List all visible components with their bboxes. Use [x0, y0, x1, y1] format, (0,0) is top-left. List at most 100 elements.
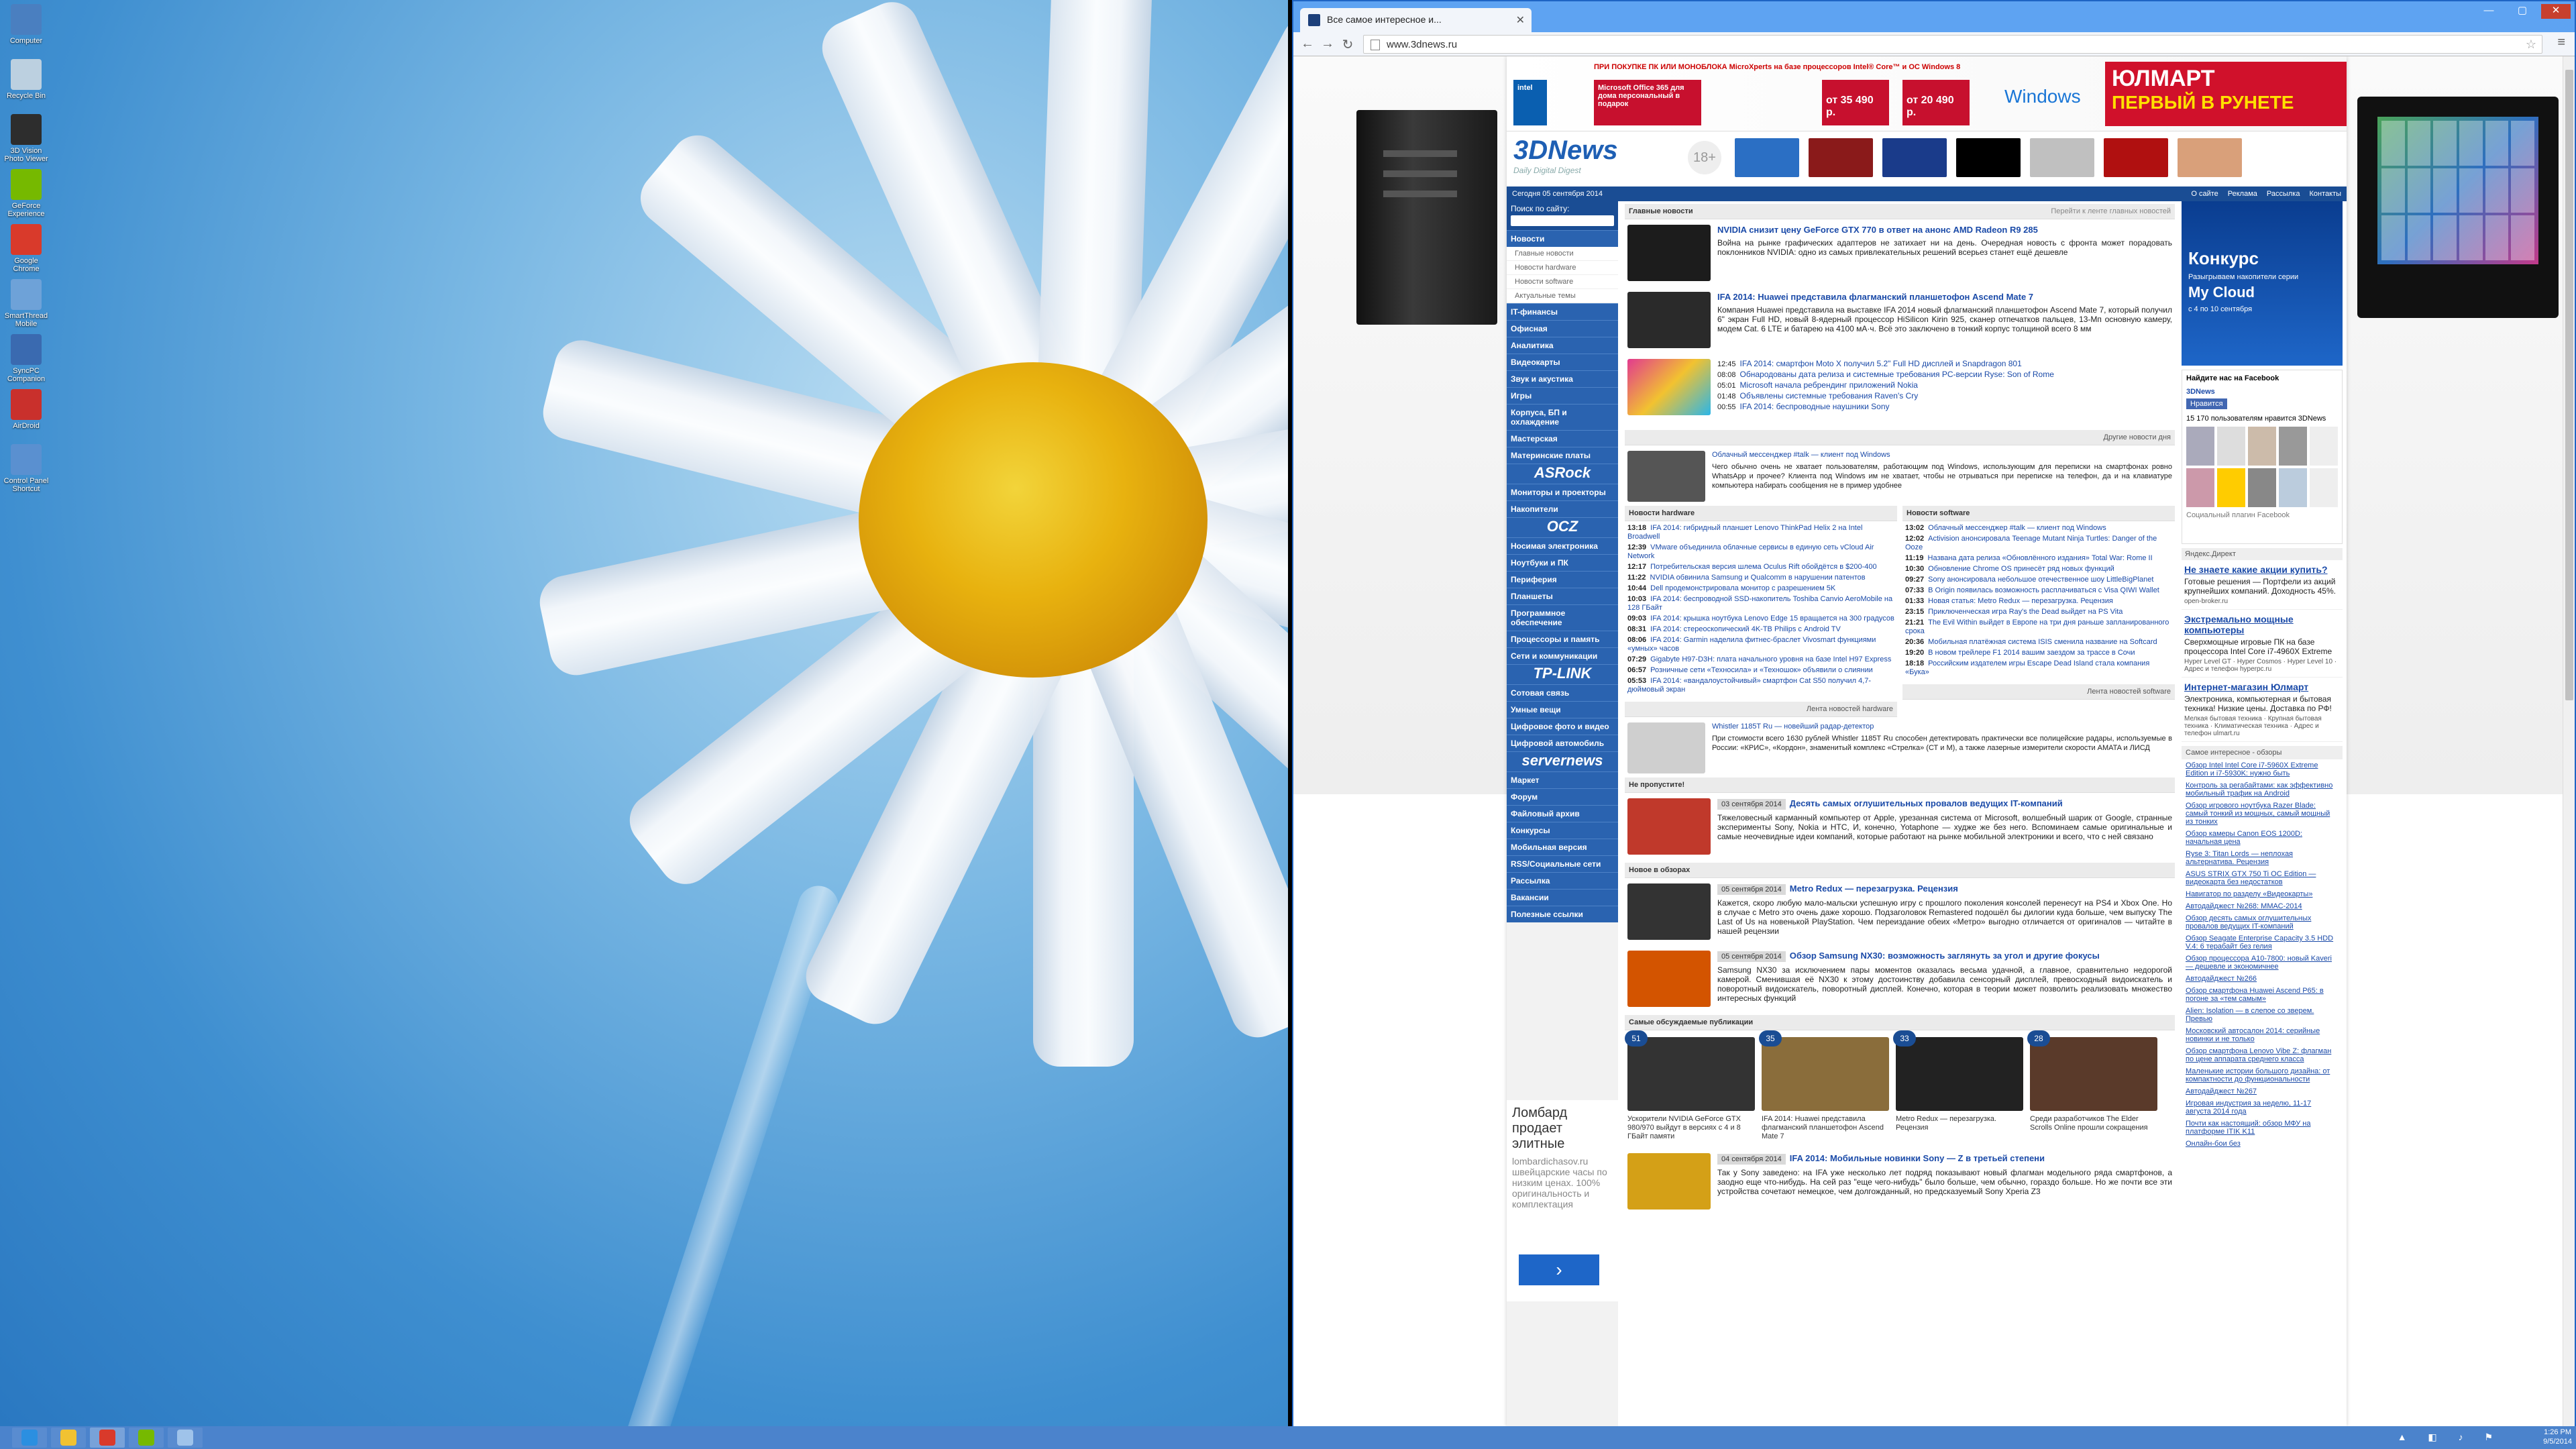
- ad-title[interactable]: Интернет-магазин Юлмарт: [2184, 682, 2340, 692]
- ad-links[interactable]: open-broker.ru: [2184, 598, 2340, 605]
- left-menu-item[interactable]: RSS/Социальные сети: [1507, 855, 1618, 872]
- desktop-shortcut[interactable]: GeForce Experience: [3, 169, 50, 218]
- news-text[interactable]: IFA 2014: гибридный планшет Lenovo Think…: [1627, 524, 1862, 541]
- left-menu-item[interactable]: Ноутбуки и ПК: [1507, 554, 1618, 571]
- desktop-shortcut[interactable]: SmartThread Mobile: [3, 279, 50, 328]
- quick-news-text[interactable]: IFA 2014: беспроводные наушники Sony: [1740, 402, 1890, 411]
- nav-link-ads[interactable]: Реклама: [2228, 190, 2257, 198]
- left-menu-item[interactable]: IT-финансы: [1507, 303, 1618, 320]
- desktop-shortcut[interactable]: Google Chrome: [3, 224, 50, 273]
- taskbar-button[interactable]: [51, 1428, 86, 1448]
- nav-link-about[interactable]: О сайте: [2191, 190, 2218, 198]
- left-menu-item[interactable]: Процессоры и память: [1507, 631, 1618, 647]
- left-sponsor-banner[interactable]: OCZ: [1507, 517, 1618, 537]
- left-menu-item[interactable]: Мобильная версия: [1507, 839, 1618, 855]
- left-menu-item[interactable]: Вакансии: [1507, 889, 1618, 906]
- address-bar[interactable]: www.3dnews.ru ☆: [1363, 35, 2542, 54]
- left-menu-item[interactable]: Звук и акустика: [1507, 370, 1618, 387]
- tab-close-icon[interactable]: ✕: [1516, 13, 1525, 27]
- feature-title[interactable]: Metro Redux — перезагрузка. Рецензия: [1790, 883, 1958, 894]
- left-menu-subitem[interactable]: Новости hardware: [1507, 261, 1618, 275]
- popular-link[interactable]: Обзор смартфона Lenovo Vibe Z: флагман п…: [2182, 1045, 2343, 1065]
- left-menu-item[interactable]: Цифровой автомобиль: [1507, 735, 1618, 751]
- nav-link-contacts[interactable]: Контакты: [2309, 190, 2341, 198]
- news-text[interactable]: Названа дата релиза «Обновлённого издани…: [1928, 554, 2153, 562]
- yandex-ad[interactable]: Экстремально мощные компьютеры Сверхмощны…: [2182, 610, 2343, 678]
- news-text[interactable]: IFA 2014: крышка ноутбука Lenovo Edge 15…: [1650, 614, 1894, 623]
- hw-news-item[interactable]: 09:03 IFA 2014: крышка ноутбука Lenovo Ed…: [1627, 614, 1894, 623]
- sw-news-item[interactable]: 10:30 Обновление Chrome OS принесёт ряд н…: [1905, 565, 2172, 574]
- left-menu-item[interactable]: Носимая электроника: [1507, 537, 1618, 554]
- ad-links[interactable]: Мелкая бытовая техника · Крупная бытовая…: [2184, 715, 2340, 737]
- last-article[interactable]: 04 сентября 2014 IFA 2014: Мобильные нови…: [1625, 1148, 2175, 1215]
- feature-title[interactable]: Обзор Samsung NX30: возможность заглянут…: [1790, 951, 2100, 961]
- popular-link[interactable]: Автодайджест №267: [2182, 1085, 2343, 1097]
- quick-news-item[interactable]: 05:01 Microsoft начала ребрендинг приложе…: [1717, 380, 2172, 391]
- feature-title[interactable]: Десять самых оглушительных провалов веду…: [1790, 798, 2063, 808]
- hardware-tape-link[interactable]: Лента новостей hardware: [1625, 702, 1897, 717]
- fb-page-name[interactable]: 3DNews: [2186, 388, 2338, 396]
- news-text[interactable]: IFA 2014: стереоскопический 4K-ТВ Philip…: [1650, 625, 1841, 633]
- sw-news-item[interactable]: 19:20 В новом трейлере F1 2014 вашим заез…: [1905, 649, 2172, 657]
- news-text[interactable]: Sony анонсировала небольшое отечественно…: [1928, 576, 2153, 584]
- hw-news-item[interactable]: 08:31 IFA 2014: стереоскопический 4K-ТВ P…: [1627, 625, 1894, 634]
- left-menu-item[interactable]: Сотовая связь: [1507, 684, 1618, 701]
- left-menu-item[interactable]: Офисная: [1507, 320, 1618, 337]
- forward-arrow-icon[interactable]: →: [1319, 36, 1336, 52]
- header-banner-7[interactable]: [2178, 138, 2242, 177]
- quick-news-item[interactable]: 00:55 IFA 2014: беспроводные наушники Son…: [1717, 402, 2172, 413]
- news-text[interactable]: Dell продемонстрировала монитор с разреш…: [1650, 584, 1835, 592]
- left-menu-item[interactable]: Планшеты: [1507, 588, 1618, 604]
- chrome-menu-icon[interactable]: ≡: [2557, 35, 2565, 50]
- left-menu-item[interactable]: Файловый архив: [1507, 805, 1618, 822]
- yandex-ad[interactable]: Интернет-магазин Юлмарт Электроника, комп…: [2182, 678, 2343, 742]
- left-menu-item[interactable]: Новости: [1507, 230, 1618, 247]
- popular-link[interactable]: Обзор Intel Intel Core i7-5960X Extreme …: [2182, 759, 2343, 780]
- last-article-title[interactable]: IFA 2014: Мобильные новинки Sony — Z в т…: [1790, 1153, 2045, 1163]
- popular-link[interactable]: Контроль за регабайтами: как эффективно …: [2182, 780, 2343, 800]
- main-news-article[interactable]: NVIDIA снизит цену GeForce GTX 770 в отв…: [1625, 219, 2175, 286]
- scrollbar-thumb[interactable]: [2565, 70, 2573, 700]
- browser-tab[interactable]: Все самое интересное и... ✕: [1300, 8, 1532, 32]
- discussed-caption[interactable]: Ускорители NVIDIA GeForce GTX 980/970 вы…: [1627, 1115, 1755, 1141]
- clock[interactable]: 1:26 PM 9/5/2014: [2543, 1428, 2572, 1446]
- main-news-link[interactable]: Перейти к ленте главных новостей: [2051, 207, 2171, 215]
- back-arrow-icon[interactable]: ←: [1299, 36, 1316, 52]
- quick-news-item[interactable]: 12:45 IFA 2014: смартфон Moto X получил 5…: [1717, 359, 2172, 370]
- hw-news-item[interactable]: 11:22 NVIDIA обвинила Samsung и Qualcomm …: [1627, 574, 1894, 582]
- sw-news-item[interactable]: 01:33 Новая статья: Metro Redux — перезаг…: [1905, 597, 2172, 606]
- discussed-caption[interactable]: Metro Redux — перезагрузка. Рецензия: [1896, 1115, 2023, 1132]
- news-text[interactable]: Потребительская версия шлема Oculus Rift…: [1650, 563, 1876, 571]
- taskbar-button[interactable]: [90, 1428, 125, 1448]
- discussed-item[interactable]: 35 IFA 2014: Huawei представила флагманск…: [1759, 1030, 1889, 1141]
- desktop-shortcut[interactable]: 3D Vision Photo Viewer: [3, 114, 50, 163]
- maximize-button[interactable]: ▢: [2508, 4, 2537, 19]
- left-menu-item[interactable]: Видеокарты: [1507, 354, 1618, 370]
- news-text[interactable]: Activision анонсировала Teenage Mutant N…: [1905, 535, 2157, 551]
- left-menu-item[interactable]: Игры: [1507, 387, 1618, 404]
- popular-link[interactable]: Обзор десять самых оглушительных провало…: [2182, 912, 2343, 932]
- discussed-item[interactable]: 28 Среди разработчиков The Elder Scrolls …: [2027, 1030, 2157, 1141]
- sw-news-item[interactable]: 13:02 Облачный мессенджер #talk — клиент …: [1905, 524, 2172, 533]
- feature-article[interactable]: 05 сентября 2014 Обзор Samsung NX30: возм…: [1625, 945, 2175, 1012]
- pc-tower-ad-image[interactable]: [1356, 110, 1497, 325]
- quick-news-item[interactable]: 08:08 Обнародованы дата релиза и системны…: [1717, 370, 2172, 380]
- news-text[interactable]: Розничные сети «Техносила» и «Техношок» …: [1650, 666, 1873, 674]
- discussed-caption[interactable]: Среди разработчиков The Elder Scrolls On…: [2030, 1115, 2157, 1132]
- site-logo[interactable]: 3DNews Daily Digital Digest: [1513, 136, 1627, 177]
- news-text[interactable]: Российским издателем игры Escape Dead Is…: [1905, 659, 2149, 676]
- search-input[interactable]: [1511, 215, 1614, 226]
- left-menu-item[interactable]: Полезные ссылки: [1507, 906, 1618, 922]
- ad-title[interactable]: Экстремально мощные компьютеры: [2184, 614, 2340, 635]
- konkurs-banner[interactable]: Конкурс Разыгрываем накопители серии My …: [2182, 201, 2343, 366]
- desktop-shortcut[interactable]: AirDroid: [3, 389, 50, 430]
- ulmart-banner[interactable]: ЮЛМАРТ ПЕРВЫЙ В РУНЕТЕ: [2105, 62, 2347, 126]
- hw-news-item[interactable]: 13:18 IFA 2014: гибридный планшет Lenovo …: [1627, 524, 1894, 541]
- minimize-button[interactable]: —: [2474, 4, 2504, 19]
- hw-news-item[interactable]: 12:17 Потребительская версия шлема Oculus…: [1627, 563, 1894, 572]
- popular-link[interactable]: Обзор смартфона Huawei Ascend P65: в пог…: [2182, 985, 2343, 1005]
- news-text[interactable]: IFA 2014: Garmin наделила фитнес-браслет…: [1627, 636, 1876, 653]
- news-text[interactable]: IFA 2014: беспроводной SSD-накопитель To…: [1627, 595, 1892, 612]
- reload-icon[interactable]: ↻: [1339, 36, 1356, 53]
- left-menu-item[interactable]: Накопители: [1507, 500, 1618, 517]
